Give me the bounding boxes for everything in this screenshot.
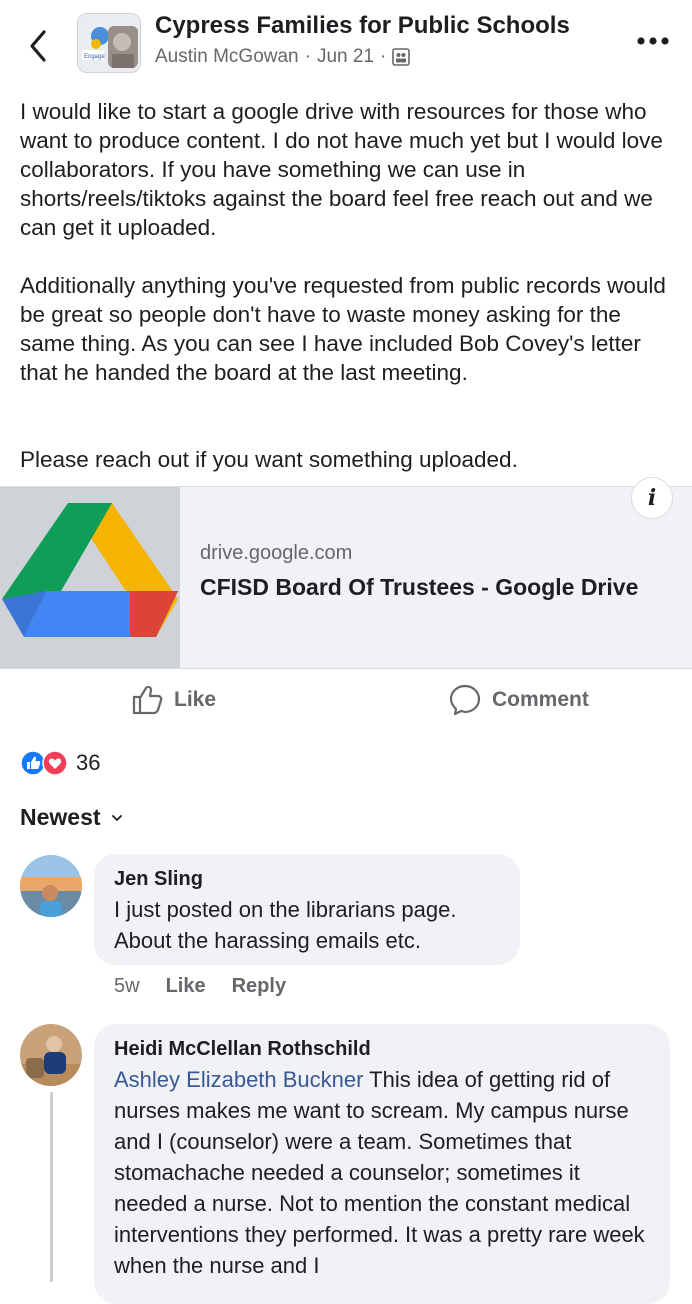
- thumbs-up-icon: [132, 685, 163, 715]
- comment-text: I just posted on the librarians page. Ab…: [114, 897, 457, 953]
- love-reaction-icon: [42, 750, 68, 776]
- comment-body: This idea of getting rid of nurses makes…: [114, 1067, 645, 1278]
- commenter-avatar[interactable]: [20, 855, 82, 917]
- comment-text: Ashley Elizabeth Buckner This idea of ge…: [114, 1064, 659, 1281]
- sort-label: Newest: [20, 804, 101, 830]
- reactions-summary[interactable]: 36: [20, 750, 100, 776]
- link-domain: drive.google.com: [200, 542, 353, 564]
- post-meta: Austin McGowan · Jun 21 ·: [155, 46, 411, 68]
- commenter-name[interactable]: Jen Sling: [114, 868, 203, 891]
- comment-footer: 5w Like Reply: [114, 975, 286, 998]
- chevron-down-icon: [111, 814, 122, 821]
- thread-line: [50, 1092, 53, 1282]
- like-label: Like: [174, 688, 217, 711]
- comment-bubble: Heidi McClellan Rothschild Ashley Elizab…: [94, 1024, 670, 1304]
- comment-bubble-icon: [449, 684, 481, 716]
- google-drive-logo-icon: [0, 487, 180, 668]
- members-audience-icon: [392, 48, 411, 66]
- back-chevron-icon: [30, 30, 46, 62]
- post-date[interactable]: Jun 21: [317, 46, 374, 68]
- info-icon: i: [647, 485, 657, 511]
- reaction-count: 36: [76, 750, 101, 775]
- group-name[interactable]: Cypress Families for Public Schools: [155, 12, 570, 40]
- link-preview-card[interactable]: drive.google.com CFISD Board Of Trustees…: [0, 477, 692, 669]
- commenter-avatar[interactable]: [20, 1024, 82, 1086]
- back-button[interactable]: [22, 26, 56, 66]
- link-thumbnail: [0, 487, 180, 668]
- comment-like-button[interactable]: Like: [166, 975, 206, 998]
- comment-reply-button[interactable]: Reply: [232, 975, 286, 998]
- info-button[interactable]: i: [631, 477, 673, 519]
- comment-time[interactable]: 5w: [114, 975, 140, 998]
- comment-bubble: Jen Sling I just posted on the librarian…: [94, 854, 520, 965]
- group-avatar[interactable]: Engage: [77, 13, 141, 73]
- svg-text:Engage: Engage: [84, 54, 105, 60]
- comment-label: Comment: [492, 688, 589, 711]
- post-paragraph: I would like to start a google drive wit…: [20, 99, 663, 240]
- mention-link[interactable]: Ashley Elizabeth Buckner: [114, 1067, 363, 1092]
- more-dots-icon: [637, 37, 669, 45]
- link-title[interactable]: CFISD Board Of Trustees - Google Drive: [200, 574, 638, 601]
- like-button[interactable]: Like: [130, 682, 216, 718]
- meta-separator: ·: [304, 46, 311, 67]
- post-paragraph: Please reach out if you want something u…: [20, 447, 518, 472]
- meta-separator: ·: [380, 46, 387, 67]
- comment-button[interactable]: Comment: [448, 682, 589, 718]
- author-name[interactable]: Austin McGowan: [155, 46, 299, 68]
- comments-sort-dropdown[interactable]: Newest: [20, 804, 123, 831]
- more-options-button[interactable]: [636, 34, 670, 46]
- post-paragraph: Additionally anything you've requested f…: [20, 273, 666, 385]
- commenter-name[interactable]: Heidi McClellan Rothschild: [114, 1038, 371, 1061]
